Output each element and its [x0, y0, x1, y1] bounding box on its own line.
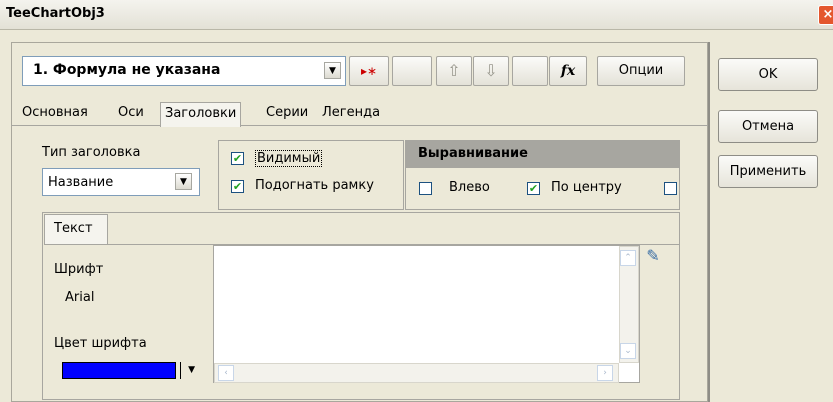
chevron-down-icon: ⌄ [624, 346, 632, 356]
chevron-right-icon: › [603, 368, 607, 378]
check-icon: ✔ [232, 152, 243, 165]
tab-series[interactable]: Серии [266, 102, 308, 126]
close-icon: × [822, 7, 833, 22]
add-series-button[interactable]: ▸∗ [349, 56, 389, 86]
series-selector-value: 1. Формула не указана [33, 62, 221, 78]
toolbar-blank-button-2[interactable] [512, 56, 548, 86]
chevron-down-icon: ▼ [329, 66, 336, 76]
chevron-left-icon: ‹ [224, 368, 228, 378]
window-title: TeeChartObj3 [6, 6, 105, 21]
align-left-checkbox[interactable] [419, 182, 432, 195]
chevron-down-icon: ▼ [188, 365, 195, 375]
scroll-up-button[interactable]: ⌃ [620, 250, 636, 266]
scroll-down-button[interactable]: ⌄ [620, 343, 636, 359]
scroll-right-button[interactable]: › [597, 365, 613, 381]
subtab-text[interactable]: Текст [44, 214, 108, 244]
tab-legend[interactable]: Легенда [322, 102, 380, 126]
move-down-button[interactable]: ⇩ [473, 56, 509, 86]
close-button[interactable]: × [818, 5, 833, 25]
visible-label: Видимый [255, 150, 323, 167]
font-color-label: Цвет шрифта [54, 336, 147, 351]
align-right-checkbox[interactable] [664, 182, 677, 195]
panel-separator [708, 42, 710, 402]
scroll-left-button[interactable]: ‹ [218, 365, 234, 381]
tab-axes[interactable]: Оси [118, 102, 144, 126]
tab-titles[interactable]: Заголовки [160, 102, 242, 127]
title-type-select[interactable]: Название ▼ [42, 168, 200, 196]
font-color-dropdown[interactable]: ▼ [180, 362, 195, 379]
title-bar [0, 0, 833, 30]
edit-text-icon[interactable]: ✎ [642, 246, 664, 268]
fit-frame-label: Подогнать рамку [255, 178, 374, 193]
alignment-title: Выравнивание [418, 146, 528, 161]
toolbar-blank-button[interactable] [392, 56, 432, 86]
tab-main[interactable]: Основная [22, 102, 88, 126]
arrow-down-icon: ⇩ [484, 61, 498, 80]
title-type-label: Тип заголовка [42, 145, 141, 160]
check-icon: ✔ [528, 182, 539, 195]
arrow-up-icon: ⇧ [447, 61, 461, 80]
fit-frame-checkbox[interactable]: ✔ [231, 180, 244, 193]
font-color-fill [63, 363, 175, 378]
ok-button[interactable]: OK [718, 58, 818, 91]
check-icon: ✔ [232, 180, 243, 193]
options-button[interactable]: Опции [597, 56, 685, 86]
move-up-button[interactable]: ⇧ [436, 56, 472, 86]
series-selector[interactable]: 1. Формула не указана ▼ [22, 56, 346, 86]
align-left-label: Влево [449, 180, 490, 195]
align-center-label: По центру [551, 180, 622, 195]
add-series-icon: ▸∗ [360, 64, 378, 78]
font-value[interactable]: Arial [65, 290, 94, 305]
series-dropdown-button[interactable]: ▼ [324, 62, 341, 79]
function-icon: fx [560, 63, 576, 79]
alignment-group [405, 168, 680, 210]
apply-button[interactable]: Применить [718, 155, 818, 188]
chevron-down-icon: ▼ [180, 177, 187, 187]
title-type-dropdown[interactable]: ▼ [175, 173, 192, 190]
function-button[interactable]: fx [549, 56, 587, 86]
horizontal-scrollbar[interactable] [214, 363, 619, 383]
font-label: Шрифт [54, 262, 104, 277]
title-type-value: Название [48, 175, 114, 190]
align-center-checkbox[interactable]: ✔ [527, 182, 540, 195]
visible-checkbox[interactable]: ✔ [231, 152, 244, 165]
chevron-up-icon: ⌃ [624, 253, 632, 263]
font-color-swatch[interactable] [62, 362, 176, 379]
cancel-button[interactable]: Отмена [718, 110, 818, 143]
